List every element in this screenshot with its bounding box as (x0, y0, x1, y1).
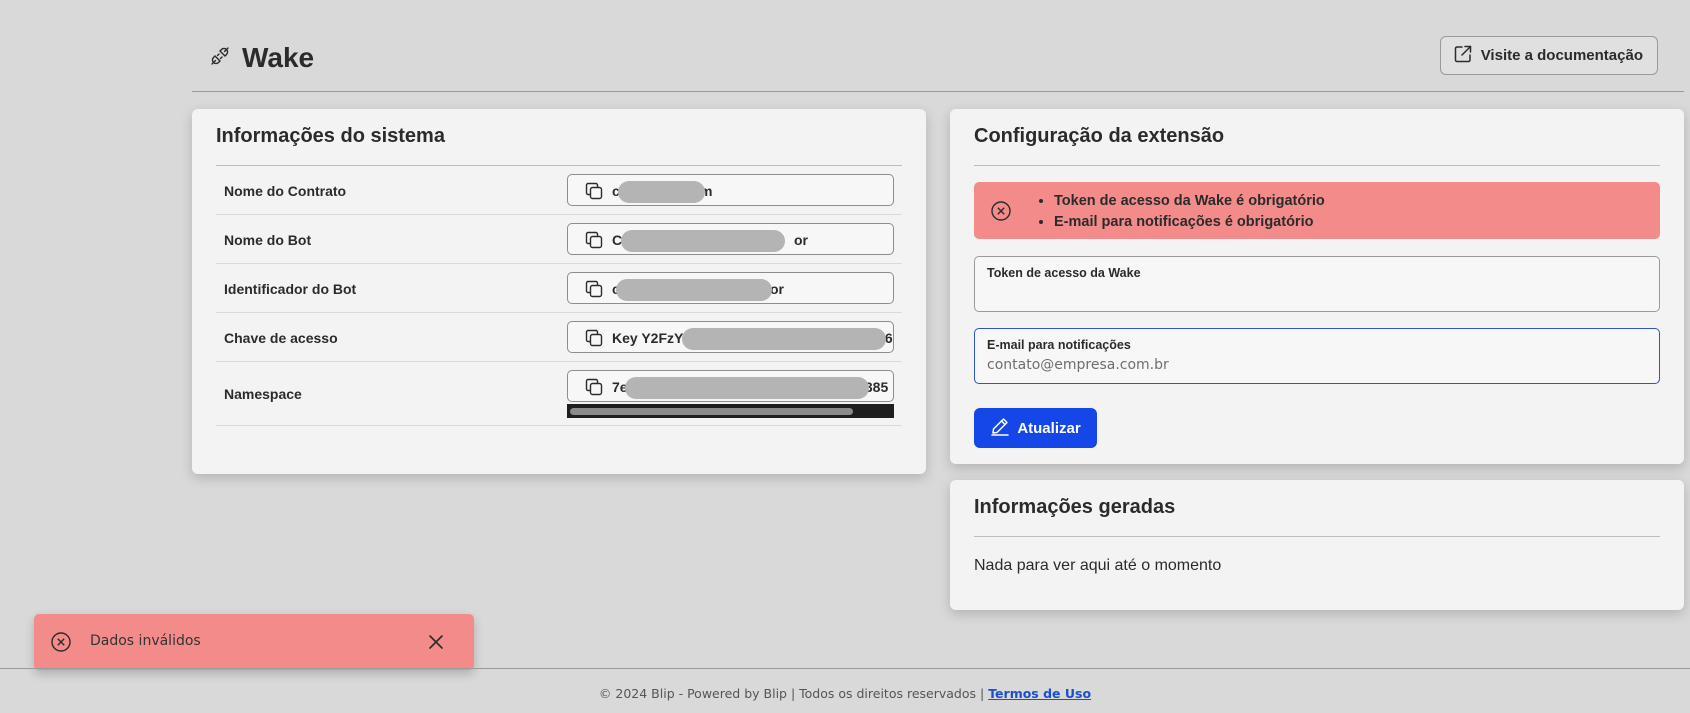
email-field-label: E-mail para notificações (987, 338, 1131, 352)
documentation-button[interactable]: Visite a documentação (1439, 36, 1658, 75)
info-row-bot-name: Nome do Bot C or (216, 215, 902, 264)
footer-text: © 2024 Blip - Powered by Blip | Todos os… (598, 686, 985, 701)
error-list: Token de acesso da Wake é obrigatório E-… (1034, 191, 1325, 233)
info-row-label: Nome do Bot (224, 232, 312, 248)
validation-error-alert: Token de acesso da Wake é obrigatório E-… (974, 182, 1660, 239)
error-circle-icon (990, 200, 1012, 227)
config-title: Configuração da extensão (974, 125, 1225, 147)
redaction-mask (625, 377, 869, 399)
footer: © 2024 Blip - Powered by Blip | Todos os… (0, 668, 1690, 713)
empty-state-text: Nada para ver aqui até o momento (974, 557, 1222, 574)
info-row-label: Identificador do Bot (224, 281, 357, 297)
error-toast: Dados inválidos (34, 614, 474, 670)
copy-field-value-end: or (770, 281, 784, 297)
copy-field-value-start: Key Y2FzY (612, 330, 684, 346)
redaction-mask (618, 181, 705, 203)
brand: Wake (208, 42, 314, 74)
error-circle-icon (50, 631, 72, 658)
copy-field-value-end: or (794, 232, 808, 248)
app-title: Wake (242, 42, 315, 73)
copy-icon[interactable] (584, 230, 604, 254)
error-item: Token de acesso da Wake é obrigatório (1054, 191, 1325, 212)
email-input[interactable] (987, 357, 1647, 373)
token-input[interactable] (987, 285, 1647, 301)
system-info-title: Informações do sistema (216, 125, 445, 147)
info-row-label: Nome do Contrato (224, 183, 347, 199)
copy-icon[interactable] (584, 279, 604, 303)
info-row-contract-name: Nome do Contrato c m (216, 166, 902, 215)
system-info-card: Informações do sistema Nome do Contrato … (192, 109, 926, 474)
redaction-mask (682, 328, 886, 350)
info-row-label: Namespace (224, 386, 302, 402)
pencil-icon (990, 416, 1010, 440)
redaction-mask (616, 279, 772, 301)
horizontal-scrollbar[interactable] (567, 404, 894, 418)
bot-name-copy-field[interactable]: C or (567, 223, 894, 255)
info-row-access-key: Chave de acesso Key Y2FzY I6 (216, 313, 902, 362)
update-button[interactable]: Atualizar (974, 408, 1097, 448)
token-field-label: Token de acesso da Wake (987, 266, 1141, 280)
update-button-label: Atualizar (1017, 419, 1081, 437)
access-key-copy-field[interactable]: Key Y2FzY I6 (567, 321, 894, 353)
divider (974, 165, 1660, 166)
documentation-button-label: Visite a documentação (1480, 47, 1643, 64)
scrollbar-thumb[interactable] (570, 408, 853, 415)
email-field[interactable]: E-mail para notificações (974, 328, 1660, 384)
close-icon[interactable] (426, 632, 446, 657)
terms-of-use-link[interactable]: Termos de Uso (988, 686, 1091, 701)
copy-icon[interactable] (584, 328, 604, 352)
extension-config-card: Configuração da extensão Token de acesso… (950, 109, 1684, 464)
external-link-icon (1453, 44, 1473, 68)
error-item: E-mail para notificações é obrigatório (1054, 212, 1325, 233)
info-row-namespace: Namespace 7e .385 (216, 362, 902, 426)
plug-icon (208, 44, 232, 73)
copy-icon[interactable] (584, 181, 604, 205)
bot-id-copy-field[interactable]: c or (567, 272, 894, 304)
token-field[interactable]: Token de acesso da Wake (974, 256, 1660, 312)
contract-name-copy-field[interactable]: c m (567, 174, 894, 206)
namespace-copy-field[interactable]: 7e .385 (567, 370, 894, 402)
copy-icon[interactable] (584, 377, 604, 401)
divider (974, 536, 1660, 537)
generated-info-title: Informações geradas (974, 496, 1176, 518)
toast-message: Dados inválidos (90, 633, 201, 649)
top-bar: Wake Visite a documentação (192, 36, 1684, 92)
info-row-label: Chave de acesso (224, 330, 338, 346)
generated-info-card: Informações geradas Nada para ver aqui a… (950, 480, 1684, 610)
info-row-bot-id: Identificador do Bot c or (216, 264, 902, 313)
redaction-mask (621, 230, 785, 252)
